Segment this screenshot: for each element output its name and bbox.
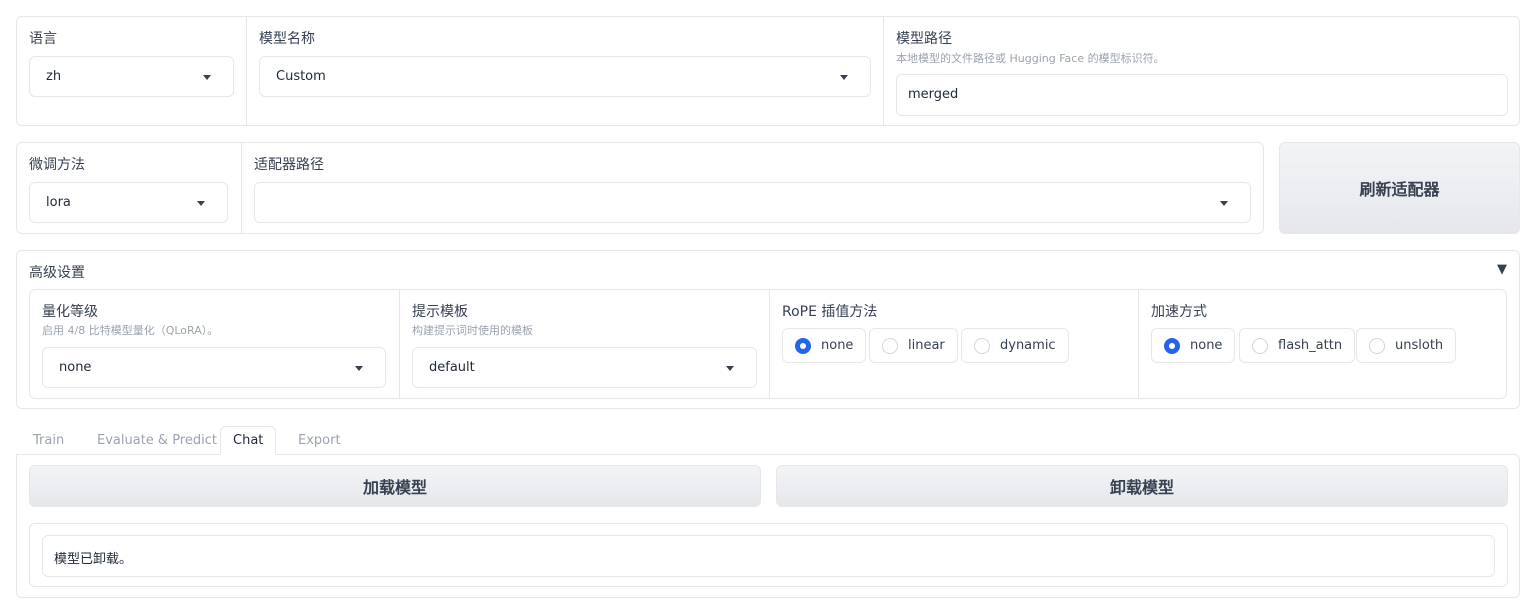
- model-path-info: 本地模型的文件路径或 Hugging Face 的模型标识符。: [896, 52, 1165, 65]
- advanced-accordion: 高级设置 ▼ 量化等级 启用 4/8 比特模型量化（QLoRA）。 none 提…: [16, 250, 1520, 409]
- chevron-down-icon: [355, 366, 363, 371]
- radio-label: flash_attn: [1278, 338, 1343, 353]
- model-name-dropdown[interactable]: Custom: [259, 56, 871, 97]
- adapter-row: 微调方法 lora 适配器路径: [16, 142, 1264, 234]
- finetune-dropdown[interactable]: lora: [29, 182, 228, 223]
- radio-unchecked-icon: [882, 337, 898, 354]
- chevron-down-icon: [203, 75, 211, 80]
- info-box: 模型已卸载。: [29, 523, 1508, 587]
- radio-checked-icon: [795, 337, 811, 354]
- collapse-triangle-icon[interactable]: ▼: [1497, 262, 1507, 277]
- model-path-cell: 模型路径 本地模型的文件路径或 Hugging Face 的模型标识符。 mer…: [883, 17, 1519, 125]
- quant-label: 量化等级: [42, 304, 98, 320]
- radio-unchecked-icon: [974, 337, 990, 354]
- chat-panel: 加载模型 卸载模型 模型已卸载。: [16, 454, 1520, 598]
- template-cell: 提示模板 构建提示词时使用的模板 default: [399, 290, 769, 398]
- language-dropdown[interactable]: zh: [29, 56, 234, 97]
- rope-cell: RoPE 插值方法 none linear dynamic: [769, 290, 1138, 398]
- model-path-input[interactable]: merged: [896, 74, 1508, 116]
- quant-info: 启用 4/8 比特模型量化（QLoRA）。: [42, 324, 219, 337]
- booster-label: 加速方式: [1151, 304, 1207, 320]
- finetune-label: 微调方法: [29, 157, 85, 173]
- chevron-down-icon: [1220, 201, 1228, 206]
- tab-export[interactable]: Export: [286, 426, 353, 455]
- radio-label: dynamic: [1000, 338, 1056, 353]
- radio-label: linear: [908, 338, 945, 353]
- radio-checked-icon: [1164, 337, 1180, 354]
- advanced-title[interactable]: 高级设置: [29, 262, 85, 282]
- rope-option-dynamic[interactable]: dynamic: [961, 328, 1069, 363]
- template-value: default: [429, 360, 475, 375]
- finetune-value: lora: [46, 195, 71, 210]
- unload-model-button[interactable]: 卸载模型: [776, 465, 1508, 507]
- radio-unchecked-icon: [1252, 337, 1268, 354]
- model-name-cell: 模型名称 Custom: [246, 17, 883, 125]
- rope-option-none[interactable]: none: [782, 328, 867, 363]
- model-row: 语言 zh 模型名称 Custom 模型路径 本地模型的文件路径或 Huggin…: [16, 16, 1520, 126]
- chevron-down-icon: [840, 75, 848, 80]
- radio-label: unsloth: [1395, 338, 1444, 353]
- chevron-down-icon: [197, 201, 205, 206]
- template-dropdown[interactable]: default: [412, 347, 757, 388]
- booster-option-unsloth[interactable]: unsloth: [1356, 328, 1457, 363]
- adapter-path-dropdown[interactable]: [254, 182, 1251, 223]
- quant-dropdown[interactable]: none: [42, 347, 386, 388]
- quant-value: none: [59, 360, 92, 375]
- model-name-label: 模型名称: [259, 31, 315, 47]
- model-path-value: merged: [908, 87, 959, 102]
- tab-evaluate-predict[interactable]: Evaluate & Predict: [85, 426, 229, 455]
- radio-label: none: [1190, 338, 1223, 353]
- booster-option-flash-attn[interactable]: flash_attn: [1239, 328, 1356, 363]
- tab-train[interactable]: Train: [21, 426, 76, 455]
- language-value: zh: [46, 69, 62, 84]
- info-text: 模型已卸载。: [54, 552, 133, 567]
- rope-option-linear[interactable]: linear: [869, 328, 958, 363]
- load-model-button[interactable]: 加载模型: [29, 465, 761, 507]
- tab-chat[interactable]: Chat: [220, 426, 277, 455]
- quant-cell: 量化等级 启用 4/8 比特模型量化（QLoRA）。 none: [30, 290, 399, 398]
- template-label: 提示模板: [412, 304, 468, 320]
- rope-label: RoPE 插值方法: [782, 304, 878, 320]
- language-cell: 语言 zh: [17, 17, 246, 125]
- refresh-adapter-button[interactable]: 刷新适配器: [1279, 142, 1520, 234]
- language-label: 语言: [29, 31, 57, 47]
- info-textbox[interactable]: 模型已卸载。: [42, 535, 1495, 577]
- radio-label: none: [821, 338, 854, 353]
- chevron-down-icon: [726, 366, 734, 371]
- advanced-inner: 量化等级 启用 4/8 比特模型量化（QLoRA）。 none 提示模板 构建提…: [29, 289, 1507, 399]
- adapter-path-cell: 适配器路径: [241, 143, 1263, 233]
- adapter-path-label: 适配器路径: [254, 157, 324, 173]
- radio-unchecked-icon: [1369, 337, 1385, 354]
- model-name-value: Custom: [276, 69, 326, 84]
- booster-option-none[interactable]: none: [1151, 328, 1236, 363]
- finetune-cell: 微调方法 lora: [17, 143, 241, 233]
- model-path-label: 模型路径: [896, 31, 952, 47]
- booster-cell: 加速方式 none flash_attn unsloth: [1138, 290, 1506, 398]
- template-info: 构建提示词时使用的模板: [412, 324, 533, 337]
